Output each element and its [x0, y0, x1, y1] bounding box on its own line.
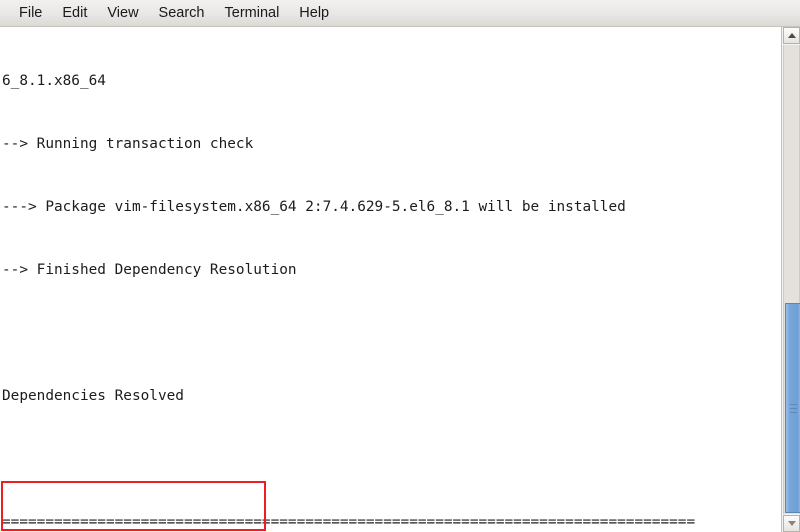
vertical-scrollbar[interactable]: [781, 27, 800, 532]
menu-bar: File Edit View Search Terminal Help: [0, 0, 800, 27]
chevron-down-icon: [787, 521, 796, 526]
terminal-line: 6_8.1.x86_64: [2, 73, 106, 89]
terminal-line: ---> Package vim-filesystem.x86_64 2:7.4…: [2, 199, 626, 215]
terminal-line: Dependencies Resolved: [2, 388, 184, 404]
terminal-separator: ========================================…: [2, 514, 696, 530]
menu-file[interactable]: File: [10, 3, 51, 23]
menu-edit[interactable]: Edit: [53, 3, 96, 23]
terminal-line: --> Running transaction check: [2, 136, 254, 152]
menu-help[interactable]: Help: [290, 3, 338, 23]
terminal-line: --> Finished Dependency Resolution: [2, 262, 297, 278]
menu-search[interactable]: Search: [150, 3, 214, 23]
scrollbar-up-button[interactable]: [783, 27, 800, 44]
scrollbar-down-button[interactable]: [783, 515, 800, 532]
scrollbar-trough[interactable]: [783, 45, 800, 514]
terminal-text: 6_8.1.x86_64 --> Running transaction che…: [2, 29, 695, 532]
menu-view[interactable]: View: [98, 3, 147, 23]
terminal-window: File Edit View Search Terminal Help 6_8.…: [0, 0, 800, 532]
terminal-output-area[interactable]: 6_8.1.x86_64 --> Running transaction che…: [0, 27, 781, 532]
chevron-up-icon: [787, 33, 796, 38]
menu-terminal[interactable]: Terminal: [216, 3, 289, 23]
scrollbar-thumb[interactable]: [785, 303, 800, 513]
